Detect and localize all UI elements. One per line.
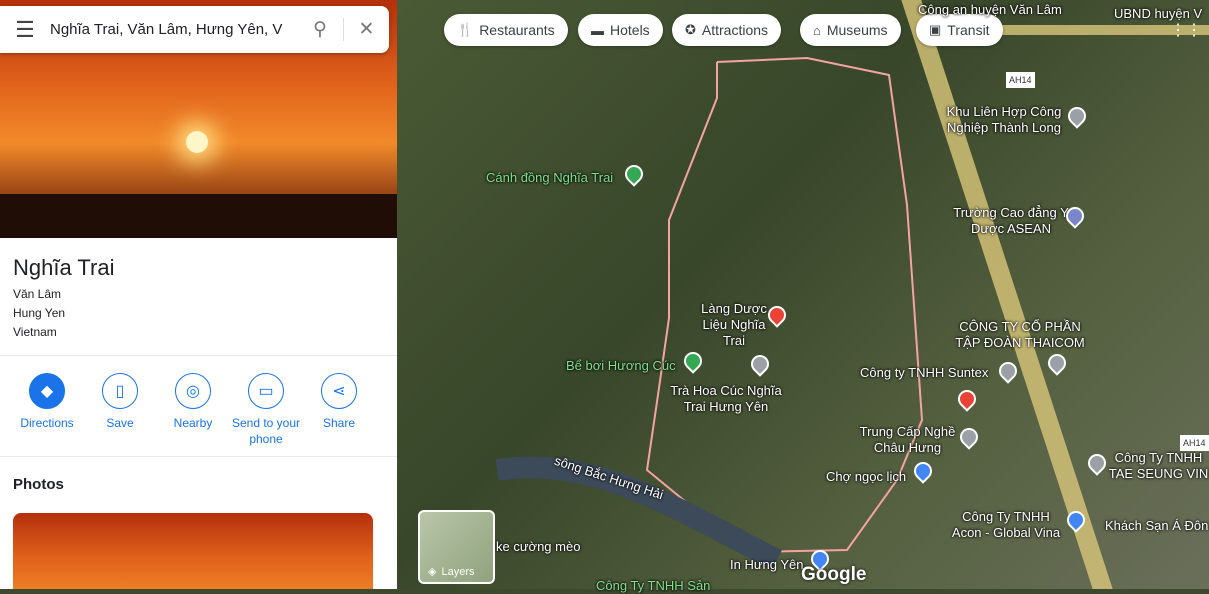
photos-heading: Photos <box>13 476 64 493</box>
map-label[interactable]: Trà Hoa Cúc Nghĩa Trai Hưng Yên <box>666 383 786 415</box>
directions-icon: ◆ <box>29 373 65 409</box>
map-label[interactable]: Chợ ngọc lịch <box>826 469 906 485</box>
nearby-button[interactable]: ◎ Nearby <box>158 373 228 431</box>
map-label[interactable]: Cánh đồng Nghĩa Trai <box>486 170 613 186</box>
address-line: Vietnam <box>13 325 57 339</box>
layers-button[interactable]: ◈ Layers <box>418 510 495 584</box>
restaurant-icon: 🍴 <box>457 22 474 37</box>
divider <box>0 456 397 457</box>
chip-label: Museums <box>826 22 888 38</box>
apps-grid-icon[interactable]: ⋮⋮ <box>1170 20 1202 40</box>
attraction-icon: ✪ <box>685 22 696 37</box>
transit-icon: ▣ <box>929 22 942 37</box>
map-label[interactable]: Công ty TNHH Suntex <box>860 365 988 381</box>
search-icon[interactable]: ⚲ <box>297 18 343 41</box>
map-label[interactable]: ke cường mèo <box>496 539 580 555</box>
directions-button[interactable]: ◆ Directions <box>12 373 82 431</box>
save-label: Save <box>106 416 134 430</box>
share-label: Share <box>322 416 356 430</box>
hotel-icon: ▬ <box>591 22 604 38</box>
address-line: Hung Yen <box>13 306 66 320</box>
chip-label: Attractions <box>701 22 769 38</box>
chip-restaurants[interactable]: 🍴 Restaurants <box>444 14 568 46</box>
search-box: ☰ Nghĩa Trai, Văn Lâm, Hưng Yên, V ⚲ ✕ <box>0 6 389 53</box>
layers-icon: ◈ <box>428 566 437 578</box>
chip-attractions[interactable]: ✪ Attractions <box>672 14 782 46</box>
phone-icon: ▭ <box>248 373 284 409</box>
silhouette-graphic <box>0 194 397 238</box>
layers-label: Layers <box>441 565 475 578</box>
map-label[interactable]: Bể bơi Hương Cúc <box>566 358 676 374</box>
nearby-icon: ◎ <box>175 373 211 409</box>
place-title: Nghĩa Trai <box>13 255 115 280</box>
google-logo: Google <box>801 564 867 585</box>
map-label[interactable]: Trường Cao đẳng Y Dược ASEAN <box>952 205 1070 237</box>
museum-icon: ⌂ <box>813 22 821 38</box>
nearby-label: Nearby <box>173 416 213 430</box>
photo-thumbnail[interactable] <box>13 513 373 589</box>
place-panel: ☰ Nghĩa Trai, Văn Lâm, Hưng Yên, V ⚲ ✕ N… <box>0 0 397 589</box>
map-canvas[interactable] <box>397 0 1209 589</box>
map-label[interactable]: CÔNG TY CỔ PHẦN TẬP ĐOÀN THAICOM <box>950 319 1090 351</box>
bookmark-icon: ▯ <box>102 373 138 409</box>
sun-graphic <box>186 131 208 153</box>
map-label[interactable]: Công Ty TNHH Sản <box>596 578 710 594</box>
boundary-outline <box>495 56 924 570</box>
map-label[interactable]: Công Ty TNHH TAE SEUNG VIN <box>1108 450 1209 482</box>
address-line: Văn Lâm <box>13 287 62 301</box>
map-label[interactable]: Trung Cấp Nghề Châu Hưng <box>855 424 960 456</box>
send-to-phone-button[interactable]: ▭ Send to your phone <box>231 373 301 447</box>
map-label[interactable]: Khách Sạn Á Đôn <box>1105 518 1208 534</box>
directions-label: Directions <box>20 416 74 430</box>
search-input[interactable]: Nghĩa Trai, Văn Lâm, Hưng Yên, V <box>50 21 297 38</box>
send-to-phone-label: Send to your phone <box>231 416 301 446</box>
close-icon[interactable]: ✕ <box>343 18 389 41</box>
map-label[interactable]: In Hưng Yên <box>730 557 804 573</box>
highway-shield: AH14 <box>1006 72 1035 88</box>
chip-hotels[interactable]: ▬ Hotels <box>578 14 663 46</box>
chip-museums[interactable]: ⌂ Museums <box>800 14 901 46</box>
map-label[interactable]: Công Ty TNHH Acon - Global Vina <box>946 509 1066 541</box>
chip-label: Transit <box>947 22 990 38</box>
map-label[interactable]: Công an huyện Văn Lâm <box>918 2 1062 18</box>
map-label[interactable]: Khu Liên Hợp Công Nghiệp Thành Long <box>940 104 1068 136</box>
map-label[interactable]: Làng Dược Liệu Nghĩa Trai <box>694 301 774 349</box>
share-icon: ⋖ <box>321 373 357 409</box>
chip-transit[interactable]: ▣ Transit <box>916 14 1003 46</box>
highway-shield: AH14 <box>1180 435 1209 451</box>
chip-label: Hotels <box>610 22 650 38</box>
menu-icon[interactable]: ☰ <box>0 17 50 43</box>
share-button[interactable]: ⋖ Share <box>304 373 374 431</box>
chip-label: Restaurants <box>479 22 555 38</box>
divider <box>0 355 397 356</box>
save-button[interactable]: ▯ Save <box>85 373 155 431</box>
